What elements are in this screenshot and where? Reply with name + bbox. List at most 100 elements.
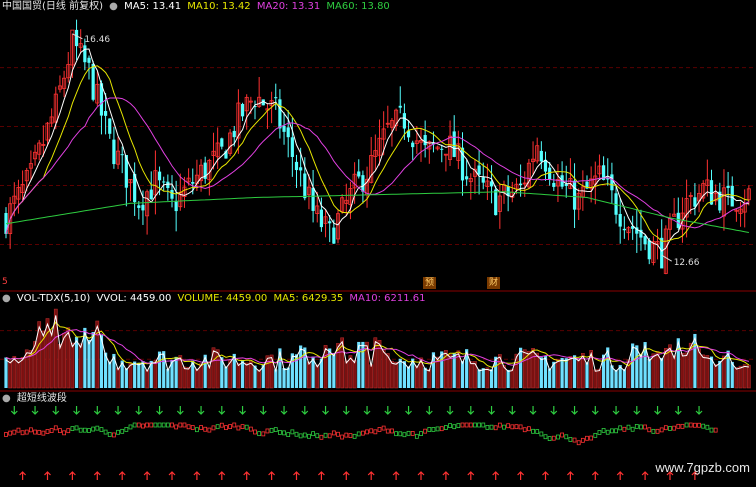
candle-body (465, 176, 469, 180)
wave-segment (53, 425, 58, 431)
event-badge-2[interactable]: 财 (487, 277, 500, 289)
wave-segment (41, 430, 46, 436)
wave-segment (672, 425, 677, 431)
wave-segment (414, 433, 419, 439)
wave-segment (248, 426, 253, 432)
volume-bar (377, 340, 382, 389)
sell-arrow-icon (114, 406, 122, 415)
candle-body (157, 171, 162, 181)
wave-segment (174, 424, 179, 430)
wave-segment (257, 431, 262, 437)
candle-body (548, 167, 552, 180)
volume-pane[interactable]: ● VOL-TDX(5,10) VVOL: 4459.00 VOLUME: 44… (0, 292, 756, 392)
volume-bar (381, 348, 386, 389)
sell-arrow-icon (342, 406, 350, 415)
candle-body (303, 173, 307, 199)
wave-segment (315, 433, 320, 439)
candle-body (108, 118, 112, 134)
volume-bar (406, 366, 411, 388)
indicator-pane[interactable]: ● 超短线波段 www.7gpzb.com (0, 392, 756, 487)
wave-segment (62, 430, 66, 436)
sell-arrow-icon (197, 406, 205, 415)
sell-arrow-icon (322, 406, 329, 415)
volume-bar (548, 368, 552, 388)
volume-bar (45, 318, 50, 389)
wave-segment (468, 422, 473, 428)
wave-segment (543, 434, 548, 440)
event-badge-1[interactable]: 预 (423, 277, 436, 289)
buy-arrow-icon (417, 471, 425, 480)
candle-body (137, 205, 141, 208)
wave-segment (527, 426, 531, 432)
wave-segment (551, 435, 556, 441)
wave-segment (622, 426, 627, 432)
wave-segment (265, 428, 270, 434)
volume-bar (16, 360, 21, 389)
volume-chart[interactable] (0, 292, 756, 392)
volume-bar (680, 352, 685, 389)
event-badge-0[interactable]: 5 (2, 277, 8, 287)
candlestick-chart[interactable]: 16.46 12.66 (0, 0, 756, 292)
candle-body (647, 240, 651, 260)
wave-segment (348, 433, 353, 438)
wave-segment (676, 423, 681, 429)
volume-bar (4, 357, 8, 388)
candle-body (299, 167, 303, 171)
wave-segment (630, 426, 635, 432)
buy-arrow-icon (566, 471, 574, 480)
wave-segment (373, 429, 378, 435)
candle-body (112, 139, 116, 165)
volume-bar (8, 360, 13, 389)
indicator-chart[interactable] (0, 392, 756, 487)
sell-arrow-icon (446, 406, 454, 415)
volume-bar (352, 360, 357, 389)
volume-bar (249, 360, 253, 389)
candle-body (402, 113, 406, 129)
volume-bar (394, 361, 398, 389)
low-label: 12.66 (674, 258, 700, 268)
volume-bar (655, 351, 660, 389)
wave-segment (639, 424, 643, 430)
volume-bar (257, 369, 261, 389)
wave-segment (398, 431, 403, 437)
price-pane[interactable]: 中国国贸(日线 前复权) ● MA5: 13.41 MA10: 13.42 MA… (0, 0, 756, 292)
wave-segment (477, 422, 482, 428)
sell-arrow-icon (259, 406, 267, 415)
wave-segment (659, 427, 664, 433)
wave-segment (410, 431, 415, 436)
wave-segment (145, 422, 150, 428)
candle-body (332, 227, 336, 244)
sell-arrow-icon (633, 406, 641, 415)
wave-segment (680, 423, 685, 429)
wave-segment (24, 429, 29, 435)
volume-bar (718, 360, 722, 388)
wave-segment (240, 424, 245, 430)
wave-segment (236, 425, 241, 431)
sell-arrow-icon (384, 406, 392, 415)
wave-segment (568, 437, 573, 442)
wave-segment (4, 432, 8, 437)
candle-body (539, 150, 543, 162)
wave-segment (419, 431, 423, 436)
wave-segment (385, 428, 390, 434)
wave-segment (626, 424, 631, 430)
sell-arrow-icon (218, 406, 226, 415)
sell-arrow-icon (508, 406, 516, 415)
wave-segment (556, 434, 560, 440)
buy-arrow-icon (641, 471, 649, 480)
buy-arrow-icon (293, 471, 300, 480)
sell-arrow-icon (529, 406, 537, 415)
candle-body (87, 57, 91, 63)
wave-segment (701, 423, 706, 429)
wave-segment (369, 428, 374, 434)
sell-arrow-icon (654, 406, 661, 415)
wave-segment (443, 425, 448, 430)
volume-bar (556, 358, 560, 389)
wave-segment (161, 422, 166, 428)
volume-bar (195, 368, 199, 389)
volume-bar (481, 368, 485, 388)
buy-arrow-icon (193, 471, 201, 480)
volume-bar (174, 356, 178, 388)
volume-bar (116, 367, 120, 389)
wave-segment (194, 427, 199, 433)
